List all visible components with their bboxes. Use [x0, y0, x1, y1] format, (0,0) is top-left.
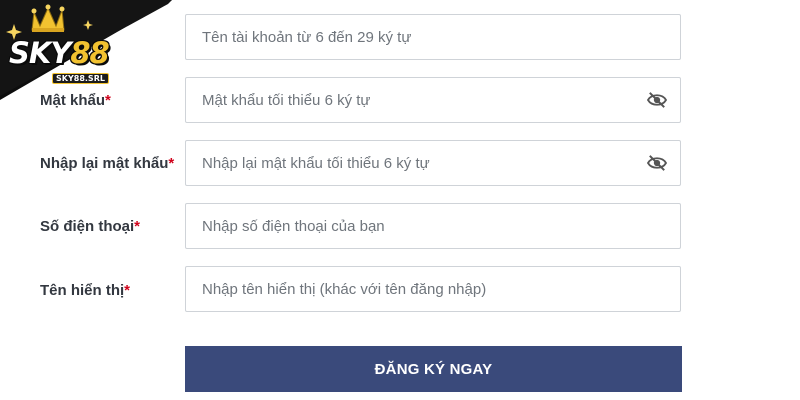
username-field[interactable]: [185, 14, 681, 60]
display-name-input[interactable]: [202, 267, 632, 311]
password-field[interactable]: [185, 77, 681, 123]
logo-domain: SKY88.SRL: [52, 73, 109, 84]
register-now-button[interactable]: ĐĂNG KÝ NGAY: [185, 346, 682, 392]
display-name-label: Tên hiển thị*: [40, 282, 131, 299]
eye-off-icon[interactable]: [646, 91, 668, 109]
username-input[interactable]: [202, 15, 632, 59]
phone-field[interactable]: [185, 203, 681, 249]
password-input[interactable]: [202, 78, 632, 122]
confirm-password-field[interactable]: [185, 140, 681, 186]
confirm-password-input[interactable]: [202, 141, 632, 185]
eye-off-icon[interactable]: [646, 154, 668, 172]
logo-wordmark: SKY88: [9, 36, 110, 70]
confirm-password-label: Nhập lại mật khẩu*: [40, 155, 175, 172]
required-mark: *: [134, 218, 141, 235]
required-mark: *: [168, 155, 175, 172]
password-label: Mật khẩu*: [40, 92, 111, 109]
required-mark: *: [124, 282, 131, 299]
phone-label: Số điện thoại*: [40, 218, 141, 235]
required-mark: *: [105, 92, 111, 109]
phone-input[interactable]: [202, 204, 632, 248]
display-name-field[interactable]: [185, 266, 681, 312]
